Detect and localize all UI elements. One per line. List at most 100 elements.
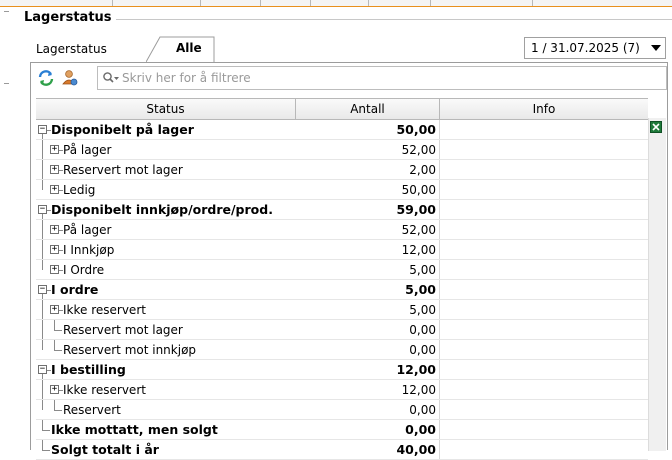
- row-antall: 0,00: [409, 343, 436, 357]
- tree-child-row[interactable]: Reservert mot lager 0,00: [36, 320, 648, 340]
- tree-group-row[interactable]: − I bestilling 12,00: [36, 360, 648, 380]
- column-separator: [439, 160, 440, 180]
- row-antall: 52,00: [401, 223, 436, 237]
- expand-icon[interactable]: +: [50, 185, 59, 194]
- tree-child-row[interactable]: + På lager 52,00: [36, 220, 648, 240]
- column-separator: [439, 360, 440, 380]
- grid-header: Status Antall Info: [36, 99, 648, 120]
- collapse-icon[interactable]: −: [38, 205, 47, 214]
- row-label: Ikke reservert: [63, 303, 146, 317]
- expand-icon[interactable]: +: [50, 245, 59, 254]
- filter-input[interactable]: Skriv her for å filtrere: [97, 66, 667, 90]
- row-antall: 52,00: [401, 143, 436, 157]
- expand-icon[interactable]: +: [50, 145, 59, 154]
- tree-connector: [42, 220, 43, 240]
- tab-alle[interactable]: Alle: [146, 36, 216, 63]
- column-separator: [439, 120, 440, 140]
- vertical-scrollbar[interactable]: [648, 118, 666, 451]
- column-header-info[interactable]: Info: [440, 99, 648, 119]
- tree-child-row[interactable]: + Ledig 50,00: [36, 180, 648, 200]
- column-separator: [439, 200, 440, 220]
- column-separator: [439, 140, 440, 160]
- column-separator: [439, 400, 440, 420]
- tab-lagerstatus[interactable]: Lagerstatus: [34, 38, 109, 60]
- excel-export-icon[interactable]: [650, 121, 662, 136]
- column-separator: [439, 260, 440, 280]
- column-separator: [439, 440, 440, 460]
- column-header-status[interactable]: Status: [36, 99, 296, 119]
- expand-icon[interactable]: +: [50, 265, 59, 274]
- row-label: I Innkjøp: [63, 243, 115, 257]
- tree-connector: [54, 400, 55, 410]
- row-label: Reservert: [63, 403, 121, 417]
- section-divider: [116, 19, 672, 20]
- row-label: På lager: [63, 223, 112, 237]
- tree-connector: [42, 140, 43, 160]
- row-antall: 40,00: [396, 442, 436, 457]
- tree-connector: [42, 180, 43, 190]
- tree-child-row[interactable]: + Reservert mot lager 2,00: [36, 160, 648, 180]
- expand-icon[interactable]: +: [50, 225, 59, 234]
- tree-connector: [54, 340, 55, 350]
- tree-connector: [42, 420, 43, 430]
- tree-child-row[interactable]: + I Innkjøp 12,00: [36, 240, 648, 260]
- chevron-down-icon[interactable]: [651, 45, 661, 51]
- tree-child-row[interactable]: Reservert 0,00: [36, 400, 648, 420]
- tree-child-row[interactable]: + Ikke reservert 5,00: [36, 300, 648, 320]
- row-label: Reservert mot lager: [63, 323, 183, 337]
- tree-child-row[interactable]: + På lager 52,00: [36, 140, 648, 160]
- expand-icon[interactable]: +: [50, 385, 59, 394]
- tree-child-row[interactable]: + I Ordre 5,00: [36, 260, 648, 280]
- toolbar: Skriv her for å filtrere: [33, 65, 667, 91]
- tree-connector: [54, 320, 55, 330]
- user-settings-icon[interactable]: [61, 69, 79, 87]
- tree-group-row[interactable]: Ikke mottatt, men solgt 0,00: [36, 420, 648, 440]
- tree-group-row[interactable]: − I ordre 5,00: [36, 280, 648, 300]
- column-separator: [439, 300, 440, 320]
- collapse-icon[interactable]: −: [38, 285, 47, 294]
- tree-group-row[interactable]: − Disponibelt innkjøp/ordre/prod. 59,00: [36, 200, 648, 220]
- row-label: Reservert mot lager: [63, 163, 183, 177]
- column-separator: [439, 420, 440, 440]
- row-antall: 0,00: [409, 323, 436, 337]
- expand-icon[interactable]: +: [50, 165, 59, 174]
- filter-placeholder: Skriv her for å filtrere: [122, 71, 251, 85]
- period-dropdown[interactable]: 1 / 31.07.2025 (7): [524, 37, 666, 59]
- expand-icon[interactable]: +: [50, 305, 59, 314]
- tree-connector: [42, 440, 43, 450]
- row-label: I Ordre: [63, 263, 105, 277]
- tree-child-row[interactable]: Reservert mot innkjøp 0,00: [36, 340, 648, 360]
- row-antall: 2,00: [409, 163, 436, 177]
- row-antall: 0,00: [409, 403, 436, 417]
- tree-child-row[interactable]: + Ikke reservert 12,00: [36, 380, 648, 400]
- row-label: På lager: [63, 143, 112, 157]
- row-label: Disponibelt på lager: [51, 122, 194, 137]
- row-label: I bestilling: [51, 362, 126, 377]
- column-separator: [439, 320, 440, 340]
- status-grid: Status Antall Info − Disponibelt på lager…: [36, 98, 648, 460]
- row-antall: 50,00: [396, 122, 436, 137]
- row-label: Disponibelt innkjøp/ordre/prod.: [51, 202, 273, 217]
- tree-connector: [42, 430, 50, 431]
- tree-connector: [42, 300, 43, 320]
- row-antall: 12,00: [401, 383, 436, 397]
- row-antall: 5,00: [409, 263, 436, 277]
- row-label: Ikke mottatt, men solgt: [51, 422, 218, 437]
- section-title: Lagerstatus: [24, 10, 112, 25]
- row-label: Ikke reservert: [63, 383, 146, 397]
- lagerstatus-panel: Skriv her for å filtrere Status Antall I…: [30, 62, 668, 460]
- row-antall: 5,00: [405, 282, 436, 297]
- column-separator: [439, 280, 440, 300]
- collapse-icon[interactable]: −: [38, 125, 47, 134]
- tree-group-row[interactable]: Solgt totalt i år 40,00: [36, 440, 648, 460]
- row-label: Reservert mot innkjøp: [63, 343, 197, 357]
- tree-connector: [42, 380, 43, 400]
- row-antall: 50,00: [401, 183, 436, 197]
- collapse-icon[interactable]: −: [38, 365, 47, 374]
- tree-group-row[interactable]: − Disponibelt på lager 50,00: [36, 120, 648, 140]
- row-antall: 59,00: [396, 202, 436, 217]
- row-antall: 5,00: [409, 303, 436, 317]
- column-header-antall[interactable]: Antall: [296, 99, 440, 119]
- tree-connector: [42, 260, 43, 270]
- refresh-icon[interactable]: [37, 69, 55, 87]
